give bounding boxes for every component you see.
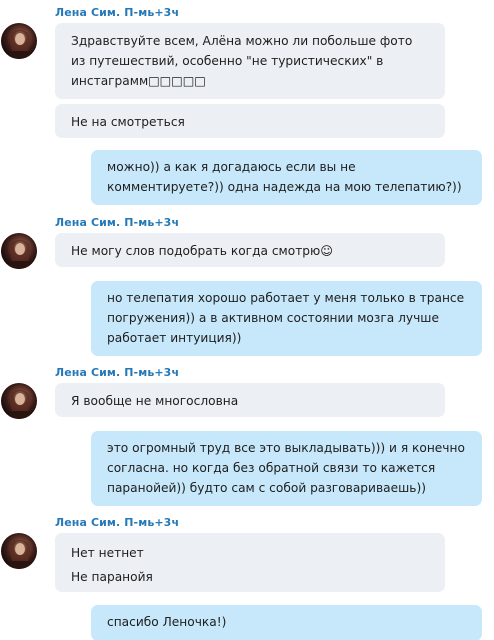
outgoing-message[interactable]: спасибо Леночка!): [91, 605, 482, 640]
avatar-photo-icon: [9, 540, 31, 569]
outgoing-message[interactable]: но телепатия хорошо работает у меня толь…: [91, 281, 482, 356]
avatar-photo-icon: [9, 390, 31, 419]
sender-header[interactable]: Лена Сим. П-мь+3ч: [55, 516, 179, 529]
sender-name[interactable]: Лена Сим.: [55, 216, 120, 229]
incoming-message[interactable]: Здравствуйте всем, Алёна можно ли поболь…: [55, 23, 445, 99]
avatar[interactable]: [1, 233, 37, 269]
chat-message-list: Лена Сим. П-мь+3ч Здравствуйте всем, Алё…: [0, 0, 494, 640]
message-time: П-мь+3ч: [124, 516, 180, 529]
avatar[interactable]: [1, 533, 37, 569]
incoming-message[interactable]: Я вообще не многословна: [55, 383, 445, 417]
sender-name[interactable]: Лена Сим.: [55, 366, 120, 379]
sender-name[interactable]: Лена Сим.: [55, 516, 120, 529]
message-time: П-мь+3ч: [124, 366, 180, 379]
message-time: П-мь+3ч: [124, 216, 180, 229]
incoming-message[interactable]: Нет нетнет Не паранойя: [55, 533, 445, 592]
incoming-message[interactable]: Не на смотреться: [55, 104, 445, 138]
sender-name[interactable]: Лена Сим.: [55, 6, 120, 19]
avatar-photo-icon: [9, 30, 31, 59]
avatar-photo-icon: [9, 240, 31, 269]
avatar[interactable]: [1, 383, 37, 419]
sender-header[interactable]: Лена Сим. П-мь+3ч: [55, 6, 179, 19]
incoming-message[interactable]: Не могу слов подобрать когда смотрю☺: [55, 233, 445, 267]
sender-header[interactable]: Лена Сим. П-мь+3ч: [55, 216, 179, 229]
avatar[interactable]: [1, 23, 37, 59]
sender-header[interactable]: Лена Сим. П-мь+3ч: [55, 366, 179, 379]
message-time: П-мь+3ч: [124, 6, 180, 19]
outgoing-message[interactable]: это огромный труд все это выкладывать)))…: [91, 431, 482, 506]
outgoing-message[interactable]: можно)) а как я догадаюсь если вы не ком…: [91, 150, 482, 205]
